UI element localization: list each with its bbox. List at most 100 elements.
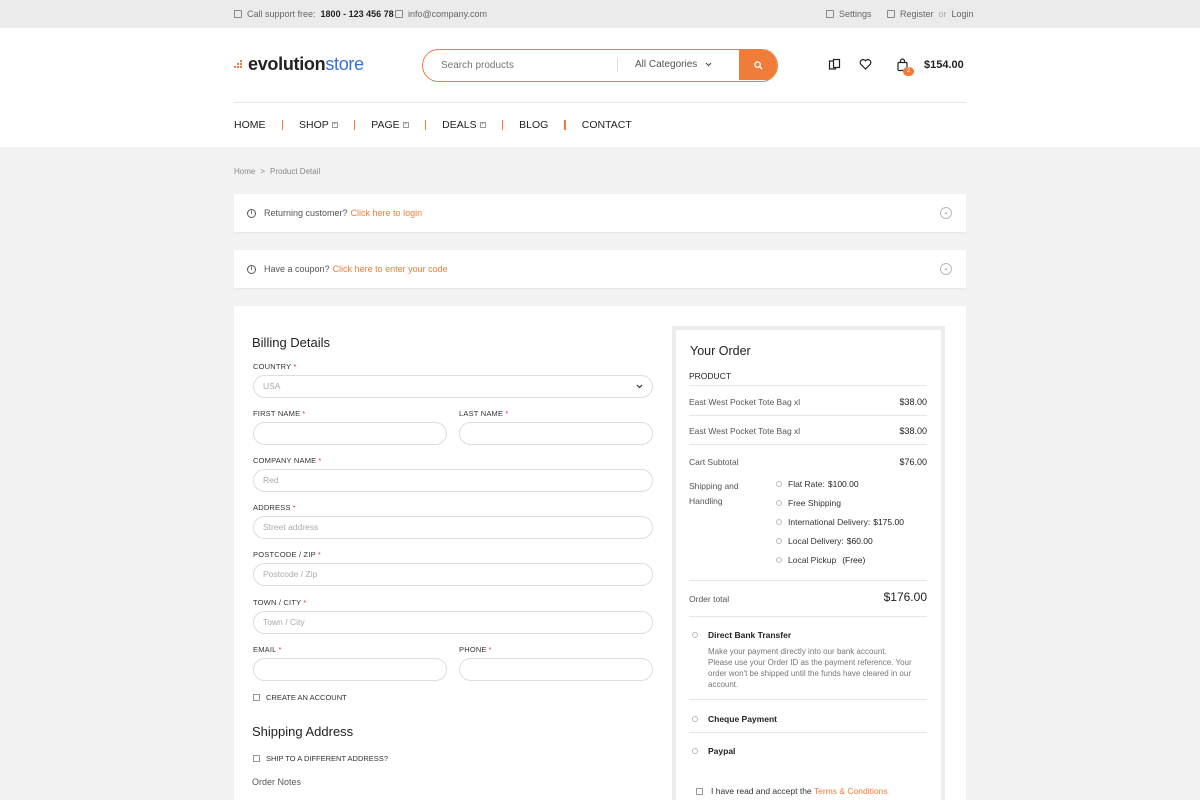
shipping-option-flat-rate[interactable]: Flat Rate: $100.00 bbox=[776, 479, 859, 489]
cart-total[interactable]: $154.00 bbox=[924, 59, 964, 71]
email-field[interactable] bbox=[253, 658, 447, 681]
nav-blog-label: BLOG bbox=[519, 119, 549, 131]
nav-home-label: HOME bbox=[234, 119, 266, 131]
nav-item-home[interactable]: HOME bbox=[234, 119, 266, 131]
email-label: EMAIL * bbox=[253, 645, 282, 654]
heart-icon[interactable] bbox=[859, 58, 873, 72]
nav-item-page[interactable]: PAGE + bbox=[371, 119, 409, 131]
returning-customer-notice: i Returning customer? Click here to logi… bbox=[234, 194, 966, 232]
chevron-down-icon[interactable]: ⌄ bbox=[940, 263, 952, 275]
company-field[interactable]: Red bbox=[253, 469, 653, 492]
shipping-option-price: $60.00 bbox=[846, 536, 873, 546]
cart-count-badge: 2 bbox=[903, 67, 914, 76]
chevron-down-icon bbox=[705, 59, 712, 70]
phone-field[interactable] bbox=[459, 658, 653, 681]
product-header: PRODUCT bbox=[689, 371, 732, 381]
terms-link[interactable]: Terms & Conditions bbox=[814, 786, 888, 796]
country-label: COUNTRY * bbox=[253, 362, 297, 371]
payment-cheque[interactable]: Cheque Payment bbox=[692, 714, 777, 724]
register-link[interactable]: Register bbox=[900, 9, 934, 19]
order-summary: Your Order PRODUCT East West Pocket Tote… bbox=[672, 326, 945, 800]
create-account-checkbox[interactable]: CREATE AN ACCOUNT bbox=[253, 693, 347, 702]
plus-icon: + bbox=[331, 122, 338, 128]
shipping-option-free[interactable]: Free Shipping bbox=[776, 498, 841, 508]
site-header: evolutionstore All Categories 2 $154.00 … bbox=[0, 28, 1200, 147]
nav-separator bbox=[564, 120, 566, 130]
support-phone: 1800 - 123 456 78 bbox=[320, 9, 394, 19]
order-item: East West Pocket Tote Bag xl $38.00 bbox=[689, 397, 927, 407]
shipping-option-label: Free Shipping bbox=[788, 498, 841, 508]
checkout-card: Billing Details COUNTRY * USA FIRST NAME *… bbox=[234, 306, 966, 800]
town-field[interactable]: Town / City bbox=[253, 611, 653, 634]
shipping-option-local-pickup[interactable]: Local Pickup (Free) bbox=[776, 555, 865, 565]
nav-page-label: PAGE bbox=[371, 119, 400, 131]
compare-icon[interactable] bbox=[828, 58, 842, 72]
shipping-label: Shipping and Handling bbox=[689, 481, 739, 506]
support-label: Call support free: bbox=[247, 9, 316, 19]
nav-item-blog[interactable]: BLOG bbox=[519, 119, 548, 131]
address-placeholder: Street address bbox=[263, 522, 319, 532]
coupon-link[interactable]: Click here to enter your code bbox=[333, 264, 448, 274]
radio-icon bbox=[776, 538, 782, 544]
bank-transfer-description: Make your payment directly into our bank… bbox=[708, 647, 912, 689]
checkbox-icon bbox=[696, 787, 703, 795]
shipping-option-price: $100.00 bbox=[827, 479, 859, 489]
main-nav: HOME SHOP + PAGE + DEALS + BLOG CONTACT bbox=[234, 119, 632, 131]
nav-deals-label: DEALS bbox=[442, 119, 477, 131]
settings-link[interactable]: Settings bbox=[826, 9, 872, 19]
radio-icon bbox=[776, 481, 782, 487]
order-total-value: $176.00 bbox=[883, 590, 927, 604]
terms-text: I have read and accept the bbox=[711, 786, 812, 796]
order-total-label: Order total bbox=[689, 594, 730, 604]
coupon-notice: i Have a coupon? Click here to enter you… bbox=[234, 250, 966, 288]
divider bbox=[689, 580, 927, 581]
postcode-field[interactable]: Postcode / Zip bbox=[253, 563, 653, 586]
account-links: Register or Login bbox=[887, 9, 974, 19]
support-info: Call support free: 1800 - 123 456 78 bbox=[234, 9, 394, 19]
login-link[interactable]: Login bbox=[952, 9, 974, 19]
subtotal-value: $76.00 bbox=[899, 457, 927, 467]
search-button[interactable] bbox=[739, 50, 777, 80]
payment-bank-transfer[interactable]: Direct Bank Transfer bbox=[692, 630, 791, 640]
login-link[interactable]: Click here to login bbox=[351, 208, 423, 218]
country-select[interactable]: USA bbox=[253, 375, 653, 398]
or-text: or bbox=[938, 9, 947, 19]
shipping-option-label: Local Delivery: bbox=[788, 536, 844, 546]
payment-paypal[interactable]: Paypal bbox=[692, 746, 735, 756]
order-notes-label: Order Notes bbox=[252, 777, 302, 787]
subtotal-row: Cart Subtotal $76.00 bbox=[689, 457, 927, 467]
terms-checkbox[interactable]: I have read and accept the Terms & Condi… bbox=[696, 786, 888, 796]
chevron-down-icon[interactable]: ⌄ bbox=[940, 207, 952, 219]
radio-icon bbox=[692, 632, 698, 638]
nav-item-contact[interactable]: CONTACT bbox=[582, 119, 632, 131]
first-name-field[interactable] bbox=[253, 422, 447, 445]
last-name-field[interactable] bbox=[459, 422, 653, 445]
phone-label: PHONE * bbox=[459, 645, 492, 654]
mail-icon bbox=[395, 10, 403, 18]
checkbox-icon bbox=[253, 755, 260, 762]
search-divider bbox=[617, 58, 618, 72]
category-select[interactable]: All Categories bbox=[635, 59, 712, 70]
shipping-option-local-delivery[interactable]: Local Delivery: $60.00 bbox=[776, 536, 873, 546]
email-link[interactable]: info@company.com bbox=[408, 9, 487, 19]
order-item-name: East West Pocket Tote Bag xl bbox=[689, 397, 801, 407]
ship-different-checkbox[interactable]: SHIP TO A DIFFERENT ADDRESS? bbox=[253, 754, 388, 763]
email-info[interactable]: info@company.com bbox=[395, 9, 487, 19]
order-item: East West Pocket Tote Bag xl $38.00 bbox=[689, 426, 927, 436]
settings-label[interactable]: Settings bbox=[839, 9, 872, 19]
shipping-option-international[interactable]: International Delivery: $175.00 bbox=[776, 517, 904, 527]
shipping-option-label: International Delivery: bbox=[788, 517, 871, 527]
search-input[interactable] bbox=[423, 50, 617, 80]
divider bbox=[689, 415, 927, 416]
address-label: ADDRESS * bbox=[253, 503, 296, 512]
header-divider bbox=[234, 102, 966, 103]
nav-item-shop[interactable]: SHOP + bbox=[299, 119, 338, 131]
radio-icon bbox=[692, 716, 698, 722]
address-field[interactable]: Street address bbox=[253, 516, 653, 539]
logo-text-store: store bbox=[325, 54, 364, 74]
nav-item-deals[interactable]: DEALS + bbox=[442, 119, 486, 131]
order-item-name: East West Pocket Tote Bag xl bbox=[689, 426, 801, 436]
breadcrumb-home[interactable]: Home bbox=[234, 167, 255, 176]
logo[interactable]: evolution store bbox=[234, 54, 364, 75]
shipping-option-price: (Free) bbox=[842, 555, 866, 565]
